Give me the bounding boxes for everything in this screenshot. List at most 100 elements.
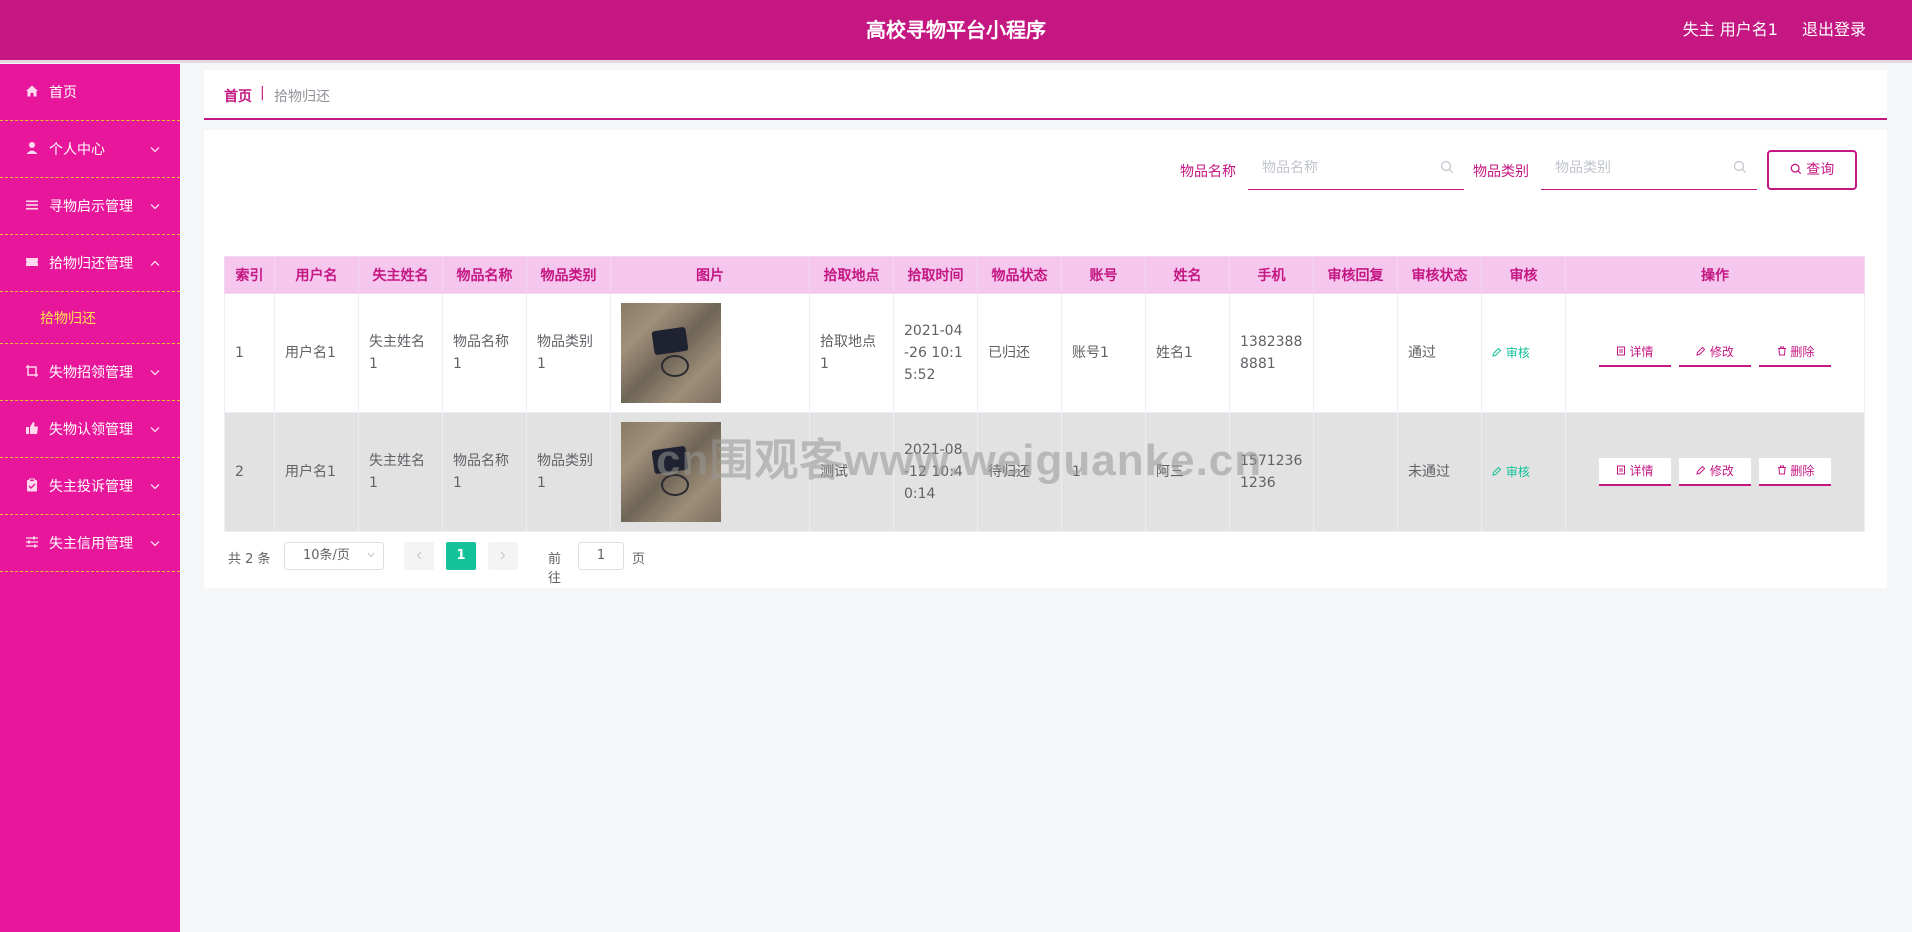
main-panel: 物品名称 物品类别 查询 索引 用户名 失主姓名 物品名称 物品类别	[204, 130, 1887, 588]
chevron-up-icon	[150, 257, 160, 270]
thumb-icon	[24, 421, 40, 437]
item-category-input[interactable]	[1541, 148, 1757, 188]
document-icon	[1616, 465, 1625, 475]
column-header: 物品名称	[442, 256, 527, 294]
search-icon	[1733, 160, 1747, 174]
ticket-icon	[24, 255, 40, 271]
sidebar-item-lost-found[interactable]: 失物招领管理	[0, 344, 180, 401]
trash-icon	[1777, 346, 1786, 356]
breadcrumb-home[interactable]: 首页	[224, 86, 252, 106]
cell-item: 物品名称1	[442, 412, 527, 532]
column-header: 审核	[1481, 256, 1566, 294]
sidebar-item-label: 失主投诉管理	[49, 479, 133, 495]
edit-button[interactable]: 修改	[1679, 339, 1751, 367]
page-number-current[interactable]: 1	[446, 542, 476, 570]
sidebar-item-return[interactable]: 拾物归还管理	[0, 235, 180, 292]
item-name-label: 物品名称	[1180, 164, 1236, 180]
cell-reply	[1313, 412, 1398, 532]
column-header: 物品类别	[526, 256, 611, 294]
item-photo[interactable]	[621, 303, 721, 403]
sidebar-item-label: 失物招领管理	[49, 365, 133, 381]
item-category-search	[1541, 148, 1757, 190]
prev-page-button[interactable]	[404, 542, 434, 570]
home-icon	[24, 84, 40, 100]
current-user: 失主 用户名1	[1682, 20, 1778, 39]
goto-page-input[interactable]: 1	[578, 542, 624, 570]
cell-actions: 详情 修改 删除	[1565, 293, 1865, 413]
sidebar-item-claim[interactable]: 失物认领管理	[0, 401, 180, 458]
sidebar-item-label: 个人中心	[49, 142, 105, 158]
edit-button[interactable]: 修改	[1679, 458, 1751, 486]
item-name-search	[1248, 148, 1464, 190]
sidebar-item-credit[interactable]: 失主信用管理	[0, 515, 180, 572]
delete-button-label: 删除	[1790, 464, 1815, 478]
goto-label: 前往	[548, 552, 562, 586]
sidebar-item-label: 失主信用管理	[49, 536, 133, 552]
cell-category: 物品类别1	[526, 412, 611, 532]
column-header: 审核状态	[1397, 256, 1482, 294]
detail-button[interactable]: 详情	[1598, 458, 1671, 486]
delete-button[interactable]: 删除	[1759, 458, 1832, 486]
item-category-label: 物品类别	[1473, 164, 1529, 180]
item-name-input[interactable]	[1248, 148, 1464, 188]
audit-link-label: 审核	[1505, 465, 1530, 479]
cell-location: 拾取地点1	[809, 293, 894, 413]
sidebar-item-complaint[interactable]: 失主投诉管理	[0, 458, 180, 515]
sidebar-item-label: 失物认领管理	[49, 422, 133, 438]
cell-reply	[1313, 293, 1398, 413]
edit-icon	[1696, 465, 1706, 475]
sidebar-item-notice[interactable]: 寻物启示管理	[0, 178, 180, 235]
table-row: 1 用户名1 失主姓名1 物品名称1 物品类别1 拾取地点1 2021-04-2…	[224, 293, 1865, 413]
detail-button-label: 详情	[1629, 345, 1654, 359]
column-header: 操作	[1565, 256, 1865, 294]
audit-link[interactable]: 审核	[1492, 346, 1530, 360]
column-header: 拾取地点	[809, 256, 894, 294]
cell-category: 物品类别1	[526, 293, 611, 413]
sidebar-subitem-return[interactable]: 拾物归还	[0, 292, 180, 344]
column-header: 用户名	[274, 256, 359, 294]
cell-image	[610, 293, 810, 413]
sidebar-item-home[interactable]: 首页	[0, 64, 180, 121]
query-button-label: 查询	[1806, 162, 1835, 178]
page-size-value: 10条/页	[303, 548, 350, 563]
column-header: 审核回复	[1313, 256, 1398, 294]
goto-suffix: 页	[632, 552, 646, 567]
chevron-down-icon	[150, 537, 160, 550]
search-icon	[1440, 160, 1454, 174]
chevron-down-icon	[150, 143, 160, 156]
search-icon	[1790, 163, 1801, 175]
sidebar-item-label: 拾物归还管理	[49, 256, 133, 272]
detail-button[interactable]: 详情	[1598, 339, 1671, 367]
cell-owner: 失主姓名1	[358, 412, 443, 532]
sidebar-item-label: 首页	[49, 85, 77, 101]
edit-icon	[1696, 346, 1706, 356]
breadcrumb-current: 拾物归还	[274, 89, 330, 105]
next-page-button[interactable]	[488, 542, 518, 570]
sidebar-item-personal[interactable]: 个人中心	[0, 121, 180, 178]
trash-icon	[1777, 465, 1786, 475]
list-icon	[24, 198, 40, 214]
cell-audit-status: 通过	[1397, 293, 1482, 413]
cell-actions: 详情 修改 删除	[1565, 412, 1865, 532]
delete-button-label: 删除	[1790, 345, 1815, 359]
top-header: 高校寻物平台小程序 失主 用户名1 退出登录	[0, 0, 1912, 60]
cell-phone: 13823888881	[1229, 293, 1314, 413]
chevron-down-icon	[150, 480, 160, 493]
table-header-row: 索引 用户名 失主姓名 物品名称 物品类别 图片 拾取地点 拾取时间 物品状态 …	[224, 256, 1865, 294]
cell-name: 姓名1	[1145, 293, 1230, 413]
document-icon	[1616, 346, 1625, 356]
delete-button[interactable]: 删除	[1759, 339, 1832, 367]
query-button[interactable]: 查询	[1767, 150, 1857, 190]
cell-audit-status: 未通过	[1397, 412, 1482, 532]
column-header: 手机	[1229, 256, 1314, 294]
page-size-select[interactable]: 10条/页	[284, 542, 384, 570]
watermark: cn围观客www.weiguanke.cn	[656, 436, 1263, 485]
audit-link-label: 审核	[1505, 346, 1530, 360]
breadcrumb-separator: |	[260, 85, 265, 101]
sidebar-item-label: 寻物启示管理	[49, 199, 133, 215]
audit-link[interactable]: 审核	[1492, 465, 1530, 479]
cell-username: 用户名1	[274, 412, 359, 532]
logout-button[interactable]: 退出登录	[1802, 0, 1866, 60]
edit-button-label: 修改	[1709, 464, 1734, 478]
chevron-right-icon	[500, 551, 506, 560]
